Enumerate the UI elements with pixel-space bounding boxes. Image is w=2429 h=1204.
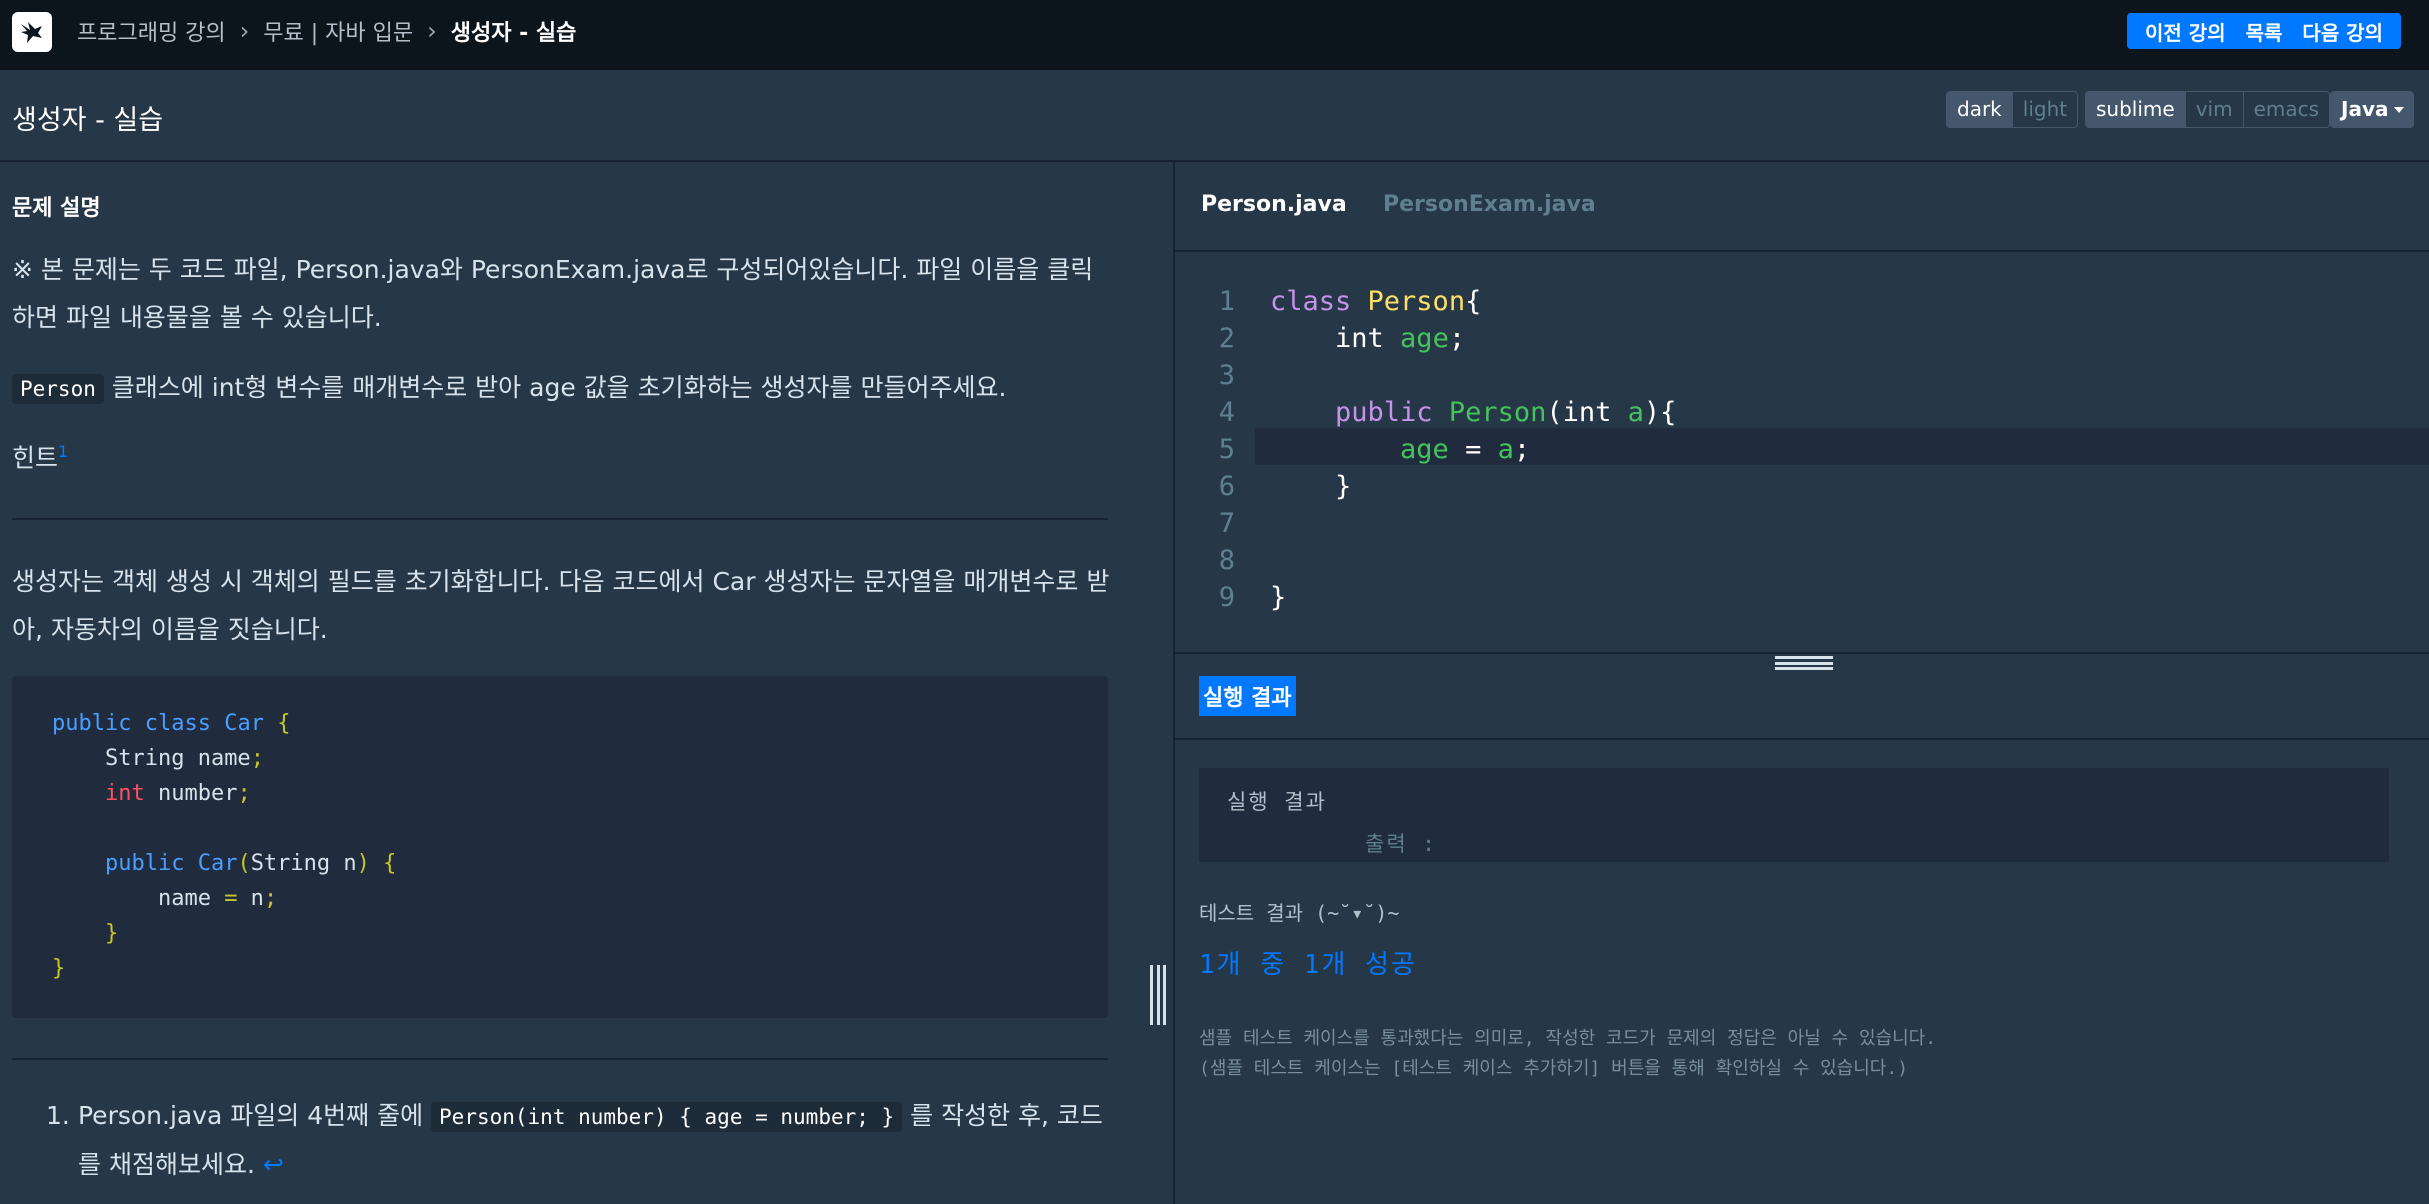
output-console: 실행 결과 출력 : bbox=[1199, 768, 2389, 862]
chevron-right-icon: › bbox=[427, 17, 437, 45]
keymap-vim-button[interactable]: vim bbox=[2184, 92, 2243, 127]
test-result-label: 테스트 결과 (~˘▾˘)~ bbox=[1199, 901, 1400, 925]
vertical-resize-handle[interactable] bbox=[1150, 965, 1166, 1025]
problem-paragraph-task: Person 클래스에 int형 변수를 매개변수로 받아 age 값을 초기화… bbox=[12, 364, 1112, 413]
divider bbox=[12, 518, 1108, 520]
code-line: 1 class Person{ bbox=[1218, 286, 1482, 317]
result-header: 실행 결과 bbox=[1175, 654, 2429, 740]
code-line: 2 int age; bbox=[1218, 323, 1466, 354]
footnote-backref-icon[interactable]: ↩ bbox=[263, 1150, 284, 1179]
theme-toggle: dark light bbox=[1946, 91, 2079, 128]
language-label: Java bbox=[2341, 97, 2389, 121]
constructor-explanation: 생성자는 객체 생성 시 객체의 필드를 초기화합니다. 다음 코드에서 Car… bbox=[12, 567, 1110, 644]
breadcrumb-item-course[interactable]: 프로그래밍 강의 bbox=[77, 15, 226, 47]
console-title: 실행 결과 bbox=[1227, 790, 1327, 814]
code-line: 9 } bbox=[1218, 582, 1287, 613]
test-note: 샘플 테스트 케이스를 통과했다는 의미로, 작성한 코드가 문제의 정답은 아… bbox=[1199, 1024, 1936, 1084]
chevron-right-icon: › bbox=[239, 17, 250, 45]
keymap-toggle: sublime vim emacs bbox=[2085, 91, 2331, 128]
problem-description-pane[interactable]: 문제 설명 ※ 본 문제는 두 코드 파일, Person.java와 Pers… bbox=[0, 162, 1173, 1204]
code-line: 6 } bbox=[1218, 471, 1352, 502]
prev-lesson-button[interactable]: 이전 강의 bbox=[2135, 17, 2236, 46]
code-line: 3 bbox=[1218, 360, 1235, 391]
example-code: public class Car { String name; int numb… bbox=[52, 711, 397, 981]
divider bbox=[12, 1058, 1108, 1060]
test-note-line-2: (샘플 테스트 케이스는 [테스트 케이스 추가하기] 버튼을 통해 확인하실 … bbox=[1199, 1058, 1909, 1079]
language-dropdown[interactable]: Java bbox=[2330, 91, 2414, 128]
test-result-summary: 1개 중 1개 성공 bbox=[1199, 950, 1417, 980]
result-title: 실행 결과 bbox=[1199, 676, 1296, 716]
theme-dark-button[interactable]: dark bbox=[1947, 92, 2012, 127]
inline-code-constructor: Person(int number) { age = number; } bbox=[431, 1102, 903, 1132]
code-line: 4 public Person(int a){ bbox=[1218, 397, 1677, 428]
page-title: 생성자 - 실습 bbox=[12, 105, 164, 136]
theme-light-button[interactable]: light bbox=[2011, 92, 2077, 127]
editor-pane: Person.java PersonExam.java 1 class Pers… bbox=[1175, 162, 2429, 1204]
code-line: 7 bbox=[1218, 508, 1235, 539]
next-lesson-button[interactable]: 다음 강의 bbox=[2292, 17, 2393, 46]
file-tabs: Person.java PersonExam.java bbox=[1175, 162, 2429, 252]
problem-section-title: 문제 설명 bbox=[12, 196, 101, 221]
keymap-sublime-button[interactable]: sublime bbox=[2086, 92, 2185, 127]
task-text: 클래스에 int형 변수를 매개변수로 받아 age 값을 초기화하는 생성자를… bbox=[103, 373, 1007, 402]
code-editor[interactable]: 1 class Person{ 2 int age; 3 4 public Pe… bbox=[1175, 254, 2429, 652]
footnote-item: Person.java 파일의 4번째 줄에 Person(int number… bbox=[78, 1101, 1103, 1179]
code-line: 5 age = a; bbox=[1218, 434, 1531, 465]
lesson-nav-group: 이전 강의 목록 다음 강의 bbox=[2127, 13, 2401, 49]
test-note-line-1: 샘플 테스트 케이스를 통과했다는 의미로, 작성한 코드가 문제의 정답은 아… bbox=[1199, 1028, 1937, 1049]
code-line: 8 bbox=[1218, 545, 1235, 576]
breadcrumb-item-java-intro[interactable]: 무료 | 자바 입문 bbox=[263, 15, 413, 47]
inline-code-person: Person bbox=[12, 374, 104, 404]
breadcrumb: 프로그래밍 강의 › 무료 | 자바 입문 › 생성자 - 실습 bbox=[77, 0, 576, 62]
top-navbar: 프로그래밍 강의 › 무료 | 자바 입문 › 생성자 - 실습 이전 강의 목… bbox=[0, 0, 2429, 70]
example-code-block: public class Car { String name; int numb… bbox=[12, 676, 1108, 1018]
bird-logo-icon bbox=[21, 22, 42, 43]
breadcrumb-item-current: 생성자 - 실습 bbox=[450, 21, 577, 46]
console-output-label: 출력 : bbox=[1365, 832, 1437, 856]
tab-personexam-java[interactable]: PersonExam.java bbox=[1383, 192, 1596, 217]
hint-label: 힌트 bbox=[12, 443, 59, 473]
tab-person-java[interactable]: Person.java bbox=[1201, 192, 1347, 217]
problem-paragraph-files: ※ 본 문제는 두 코드 파일, Person.java와 PersonExam… bbox=[12, 255, 1094, 332]
lesson-list-button[interactable]: 목록 bbox=[2236, 17, 2293, 46]
hint-footnote-link[interactable]: 1 bbox=[58, 442, 68, 461]
programmers-logo[interactable] bbox=[12, 12, 52, 52]
caret-down-icon bbox=[2394, 107, 2404, 113]
keymap-emacs-button[interactable]: emacs bbox=[2242, 92, 2329, 127]
challenge-titlebar: 생성자 - 실습 dark light sublime vim emacs Ja… bbox=[0, 70, 2429, 162]
footnote-number: 1. bbox=[46, 1101, 70, 1130]
hint: 힌트1 bbox=[12, 428, 1112, 482]
